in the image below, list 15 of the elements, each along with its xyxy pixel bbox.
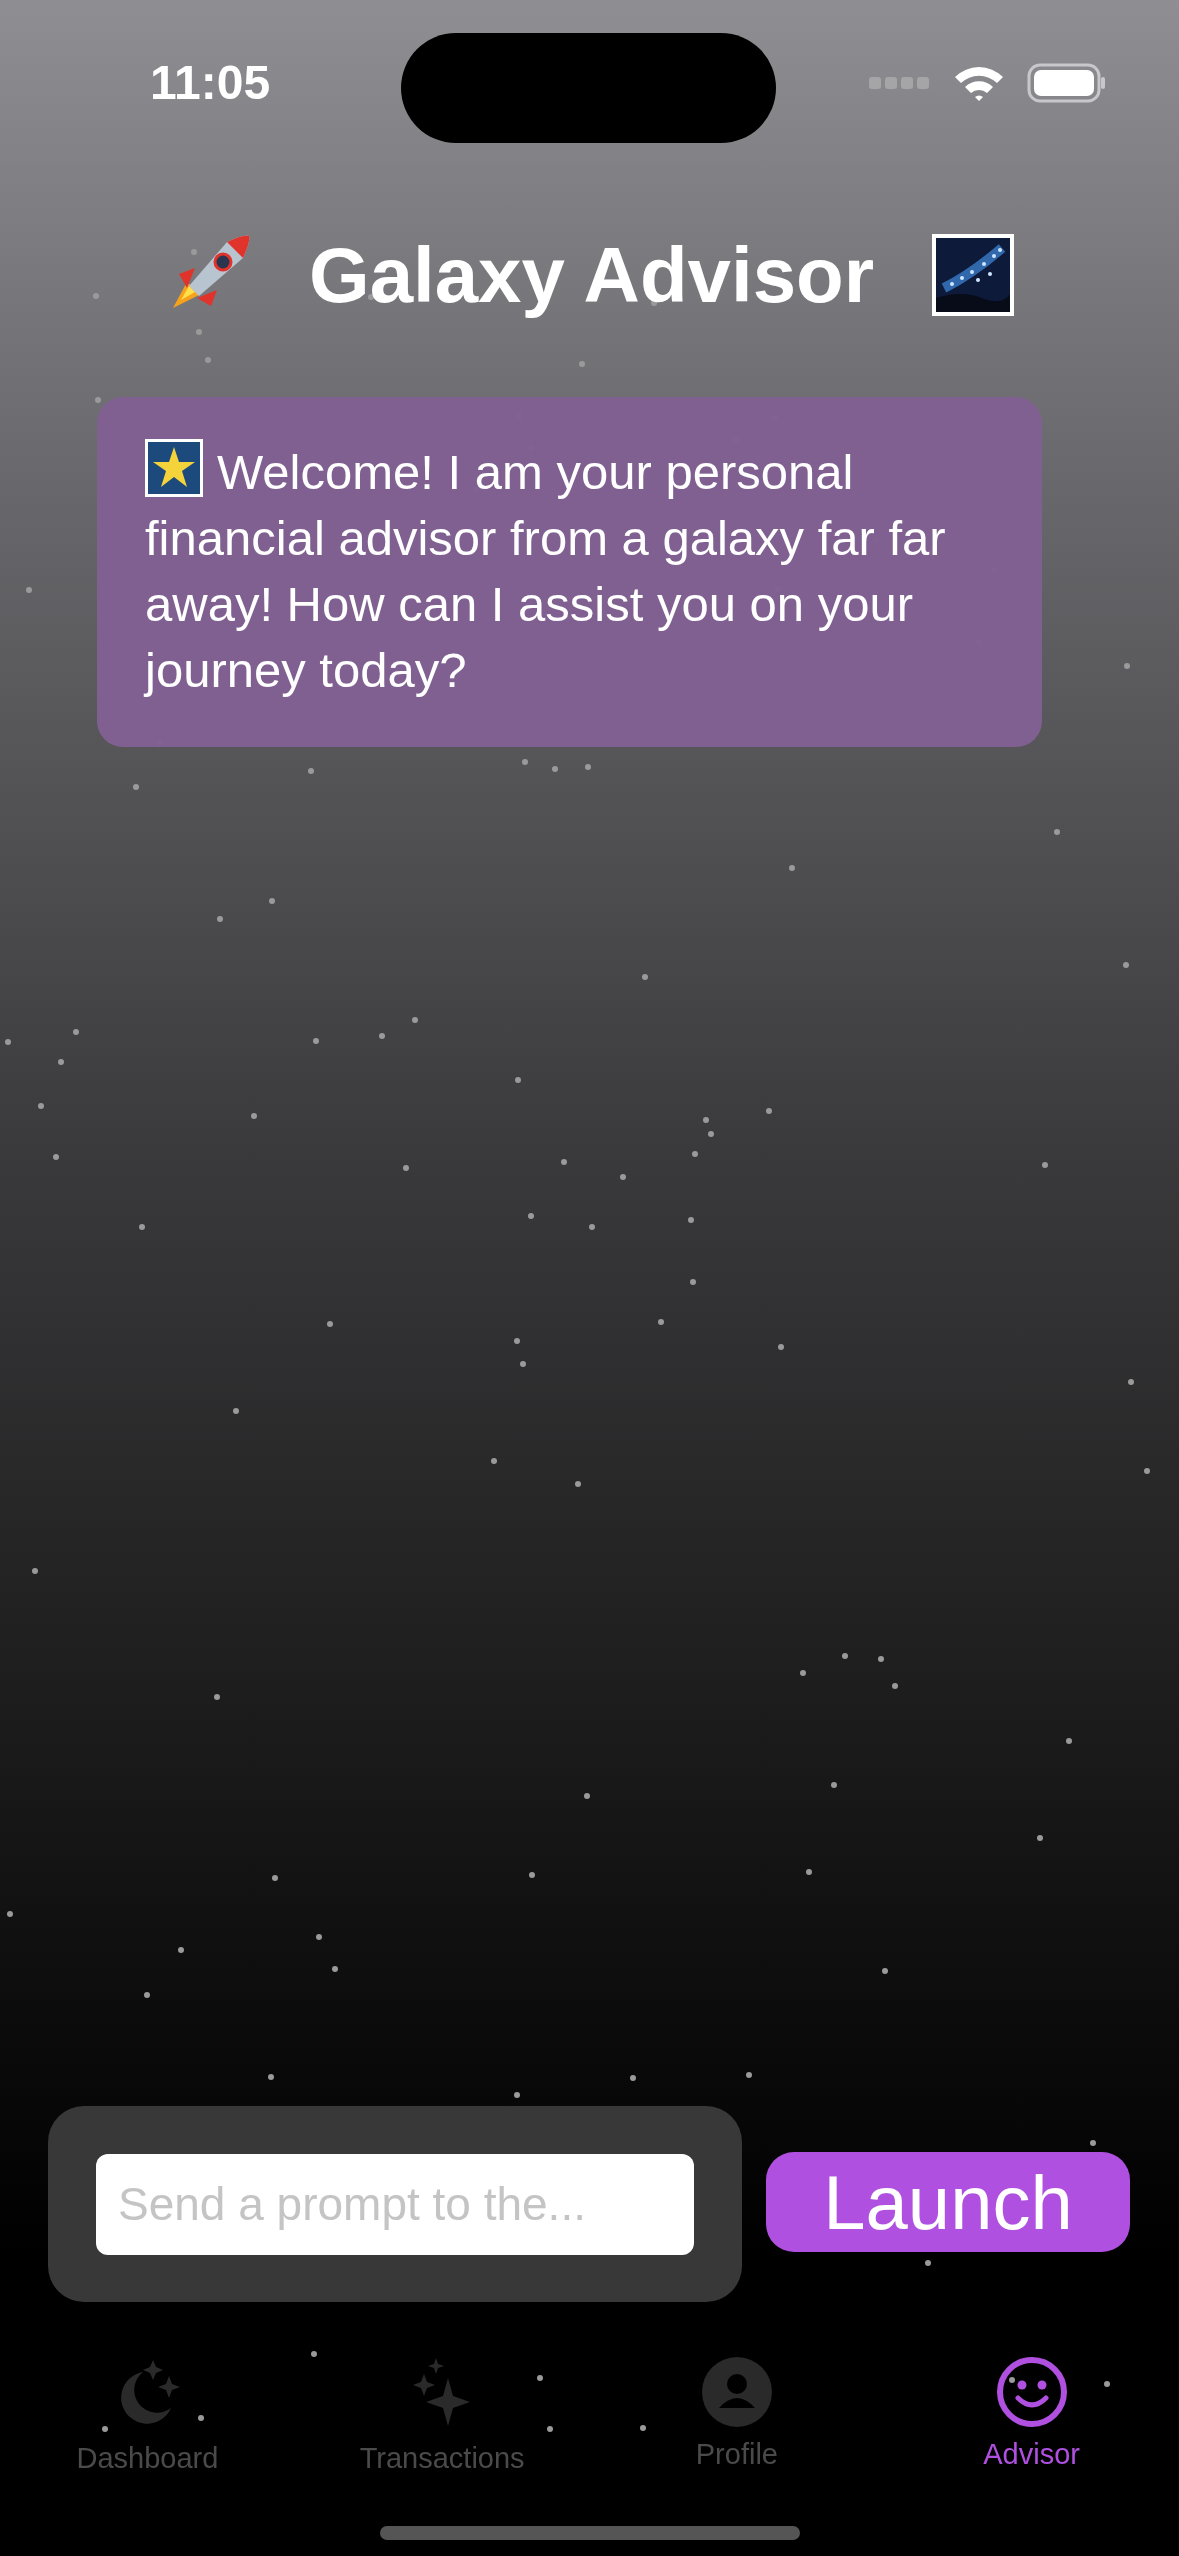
prompt-field[interactable]: Send a prompt to the...	[96, 2153, 694, 2255]
message-text: Welcome! I am your personal financial advisor from a galaxy far far away! How can I assist you on your journey today?	[145, 439, 994, 703]
status-time: 11:05	[150, 55, 271, 110]
signal-icon	[869, 76, 931, 89]
battery-icon	[1027, 62, 1107, 103]
star-icon	[145, 439, 203, 497]
tab-item[interactable]: Profile	[589, 2356, 885, 2526]
launch-button[interactable]: Launch	[766, 2152, 1130, 2252]
tab-item[interactable]: Advisor	[884, 2356, 1179, 2526]
app-title: Galaxy Advisor	[308, 229, 874, 321]
tab-item[interactable]: Transactions	[294, 2356, 590, 2526]
night-sky-icon	[932, 234, 1014, 316]
smiley-icon	[995, 2356, 1068, 2428]
person-icon	[700, 2356, 773, 2428]
tab-item[interactable]: Dashboard	[0, 2356, 295, 2526]
